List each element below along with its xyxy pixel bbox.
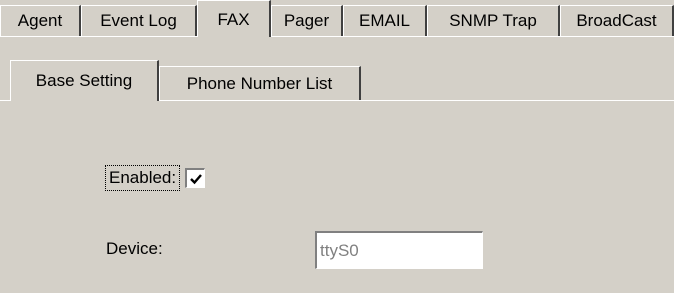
inner-tab-bar: Base Setting Phone Number List: [0, 60, 674, 101]
tab-agent-label: Agent: [17, 11, 63, 30]
tab-pager[interactable]: Pager: [271, 5, 343, 36]
fax-settings-window: Agent Event Log FAX Pager EMAIL SNMP Tra…: [0, 0, 674, 293]
tab-broadcast-label: BroadCast: [576, 11, 657, 30]
tab-base-setting[interactable]: Base Setting: [10, 60, 159, 101]
tab-agent[interactable]: Agent: [0, 5, 81, 36]
tab-event-log[interactable]: Event Log: [81, 5, 197, 36]
enabled-checkbox[interactable]: [185, 168, 206, 188]
tab-base-setting-label: Base Setting: [35, 71, 133, 90]
tab-fax[interactable]: FAX: [197, 0, 271, 37]
tab-pager-label: Pager: [283, 11, 330, 30]
tab-broadcast[interactable]: BroadCast: [560, 5, 674, 36]
tab-email[interactable]: EMAIL: [343, 5, 427, 36]
tab-snmp-trap[interactable]: SNMP Trap: [427, 5, 560, 36]
enabled-row: Enabled:: [105, 163, 206, 193]
tab-snmp-trap-label: SNMP Trap: [449, 11, 537, 30]
enabled-label[interactable]: Enabled:: [105, 165, 181, 191]
tab-event-log-label: Event Log: [100, 11, 177, 30]
tab-phone-number-list[interactable]: Phone Number List: [159, 66, 361, 100]
checkmark-icon: [190, 174, 203, 185]
device-label: Device:: [106, 239, 163, 258]
tab-phone-number-list-label: Phone Number List: [186, 73, 333, 93]
device-input[interactable]: [315, 231, 483, 269]
outer-tab-divider: [0, 36, 674, 37]
tab-fax-label: FAX: [217, 10, 250, 29]
outer-tab-bar: Agent Event Log FAX Pager EMAIL SNMP Tra…: [0, 0, 674, 37]
tab-email-label: EMAIL: [358, 11, 411, 30]
